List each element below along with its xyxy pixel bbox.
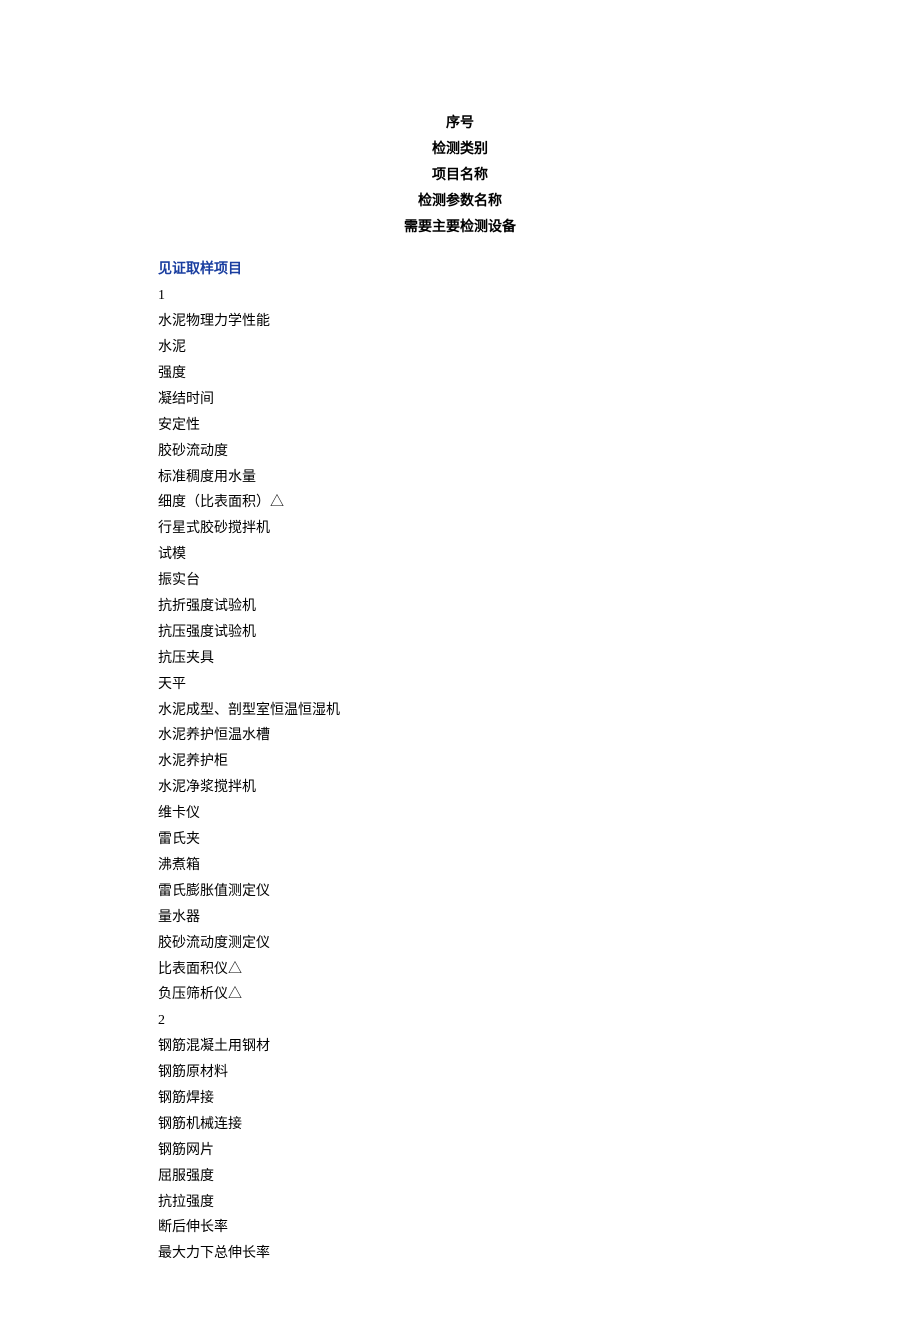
list-item: 标准稠度用水量 xyxy=(158,465,762,491)
list-item: 沸煮箱 xyxy=(158,853,762,879)
header-col-equipment: 需要主要检测设备 xyxy=(158,214,762,240)
list-item: 1 xyxy=(158,283,762,309)
list-item: 水泥净浆搅拌机 xyxy=(158,775,762,801)
list-item: 凝结时间 xyxy=(158,387,762,413)
list-item: 胶砂流动度 xyxy=(158,439,762,465)
header-col-category: 检测类别 xyxy=(158,136,762,162)
list-item: 钢筋机械连接 xyxy=(158,1112,762,1138)
list-item: 安定性 xyxy=(158,413,762,439)
list-item: 比表面积仪△ xyxy=(158,957,762,983)
list-item: 量水器 xyxy=(158,905,762,931)
list-item: 抗压夹具 xyxy=(158,646,762,672)
header-col-param: 检测参数名称 xyxy=(158,188,762,214)
list-item: 水泥养护恒温水槽 xyxy=(158,723,762,749)
list-item: 水泥养护柜 xyxy=(158,749,762,775)
header-col-project: 项目名称 xyxy=(158,162,762,188)
list-item: 强度 xyxy=(158,361,762,387)
list-item: 钢筋网片 xyxy=(158,1138,762,1164)
list-item: 试模 xyxy=(158,542,762,568)
list-item: 负压筛析仪△ xyxy=(158,982,762,1008)
list-item: 抗拉强度 xyxy=(158,1190,762,1216)
list-item: 断后伸长率 xyxy=(158,1215,762,1241)
list-item: 水泥物理力学性能 xyxy=(158,309,762,335)
list-item: 雷氏膨胀值测定仪 xyxy=(158,879,762,905)
list-item: 雷氏夹 xyxy=(158,827,762,853)
list-item: 水泥 xyxy=(158,335,762,361)
list-item: 钢筋混凝土用钢材 xyxy=(158,1034,762,1060)
list-item: 钢筋原材料 xyxy=(158,1060,762,1086)
list-item: 抗折强度试验机 xyxy=(158,594,762,620)
list-item: 维卡仪 xyxy=(158,801,762,827)
section-title: 见证取样项目 xyxy=(158,257,762,283)
list-item: 振实台 xyxy=(158,568,762,594)
list-item: 细度（比表面积）△ xyxy=(158,490,762,516)
list-item: 行星式胶砂搅拌机 xyxy=(158,516,762,542)
header-col-seq: 序号 xyxy=(158,110,762,136)
list-item: 钢筋焊接 xyxy=(158,1086,762,1112)
list-item: 2 xyxy=(158,1008,762,1034)
document-page: 序号 检测类别 项目名称 检测参数名称 需要主要检测设备 见证取样项目 1 水泥… xyxy=(0,0,920,1327)
list-item: 天平 xyxy=(158,672,762,698)
list-item: 抗压强度试验机 xyxy=(158,620,762,646)
list-item: 最大力下总伸长率 xyxy=(158,1241,762,1267)
list-item: 胶砂流动度测定仪 xyxy=(158,931,762,957)
header-block: 序号 检测类别 项目名称 检测参数名称 需要主要检测设备 xyxy=(158,110,762,239)
list-item: 屈服强度 xyxy=(158,1164,762,1190)
list-item: 水泥成型、剖型室恒温恒湿机 xyxy=(158,698,762,724)
